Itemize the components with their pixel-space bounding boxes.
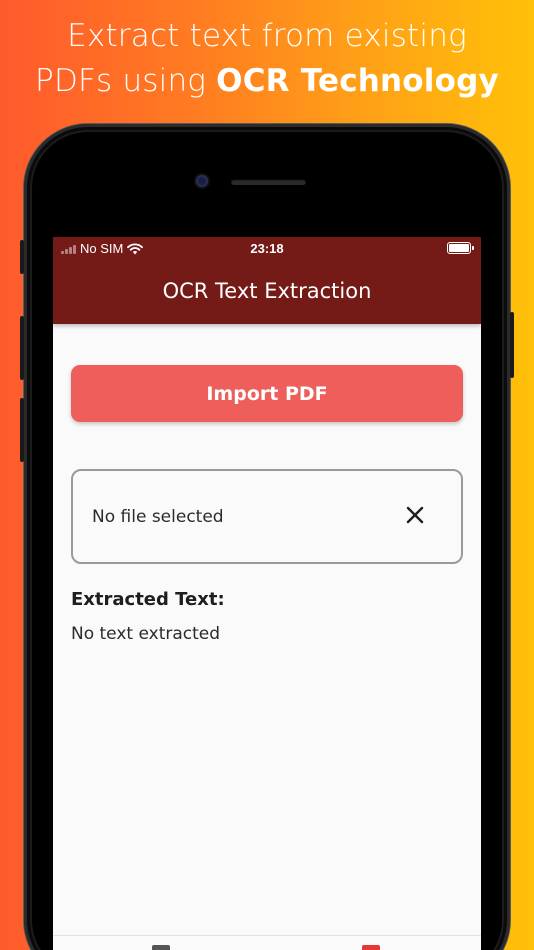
- bottom-tab-left-icon[interactable]: [152, 945, 170, 950]
- phone-volume-up-button: [20, 316, 24, 380]
- bottom-nav-divider: [53, 935, 481, 936]
- clear-file-icon[interactable]: [405, 505, 425, 525]
- phone-volume-down-button: [20, 398, 24, 462]
- app-screen: No SIM 23:18 OCR Text Extraction Import …: [53, 237, 481, 950]
- extracted-text-heading: Extracted Text:: [71, 589, 225, 610]
- promo-headline: Extract text from existing PDFs using OC…: [0, 14, 534, 104]
- import-pdf-button[interactable]: Import PDF: [71, 365, 463, 422]
- app-bar: No SIM 23:18 OCR Text Extraction: [53, 237, 481, 324]
- file-status-label: No file selected: [92, 507, 224, 527]
- bottom-tab-right-icon[interactable]: [362, 945, 380, 950]
- headline-line-2: PDFs using OCR Technology: [0, 59, 534, 104]
- selected-file-box: No file selected: [71, 469, 463, 564]
- app-title: OCR Text Extraction: [162, 279, 372, 303]
- front-camera-icon: [196, 175, 208, 187]
- headline-regular-text: PDFs using: [35, 63, 217, 99]
- extracted-text-value: No text extracted: [71, 624, 221, 644]
- earpiece-speaker: [231, 179, 306, 185]
- battery-icon: [447, 242, 474, 254]
- phone-power-button: [510, 312, 514, 378]
- headline-bold-text: OCR Technology: [216, 63, 499, 99]
- headline-line-1: Extract text from existing: [67, 18, 467, 54]
- phone-mute-switch: [20, 240, 24, 274]
- status-bar: No SIM 23:18: [53, 237, 481, 261]
- status-time: 23:18: [250, 241, 284, 256]
